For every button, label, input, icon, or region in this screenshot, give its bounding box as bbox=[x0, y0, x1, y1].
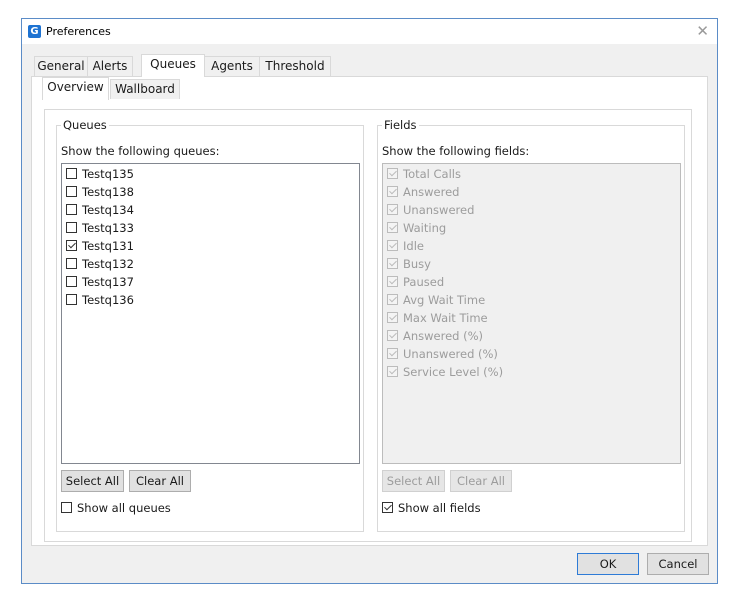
window-title: Preferences bbox=[46, 25, 111, 38]
queues-list: Testq135 Testq138 Testq134 Testq133 Test… bbox=[61, 163, 360, 464]
tab-threshold[interactable]: Threshold bbox=[259, 56, 331, 76]
fields-list: Total Calls Answered Unanswered Waiting … bbox=[382, 163, 681, 464]
show-all-fields-checkbox[interactable]: Show all fields bbox=[382, 500, 542, 516]
checkbox bbox=[387, 348, 398, 359]
fields-clear-all-button: Clear All bbox=[450, 470, 512, 492]
checkbox bbox=[387, 366, 398, 377]
checkbox bbox=[387, 240, 398, 251]
ok-button[interactable]: OK bbox=[577, 553, 639, 575]
fields-group-title: Fields bbox=[382, 118, 419, 132]
tab-queues[interactable]: Queues bbox=[141, 54, 205, 77]
checkbox[interactable] bbox=[66, 168, 77, 179]
checkbox[interactable] bbox=[66, 294, 77, 305]
checkbox[interactable] bbox=[66, 186, 77, 197]
checkbox bbox=[387, 330, 398, 341]
close-icon[interactable]: ✕ bbox=[696, 22, 709, 40]
tab-overview[interactable]: Overview bbox=[42, 77, 109, 100]
tab-alerts[interactable]: Alerts bbox=[87, 56, 133, 76]
app-logo-icon: G bbox=[28, 25, 41, 38]
tab-general[interactable]: General bbox=[34, 56, 88, 76]
title-bar: G Preferences ✕ bbox=[22, 19, 717, 44]
checkbox[interactable] bbox=[66, 222, 77, 233]
checkbox[interactable] bbox=[66, 240, 77, 251]
checkbox bbox=[387, 312, 398, 323]
queues-hint: Show the following queues: bbox=[61, 144, 220, 158]
checkbox bbox=[387, 294, 398, 305]
show-all-queues-checkbox[interactable]: Show all queues bbox=[61, 500, 221, 516]
checkbox bbox=[387, 204, 398, 215]
fields-select-all-button: Select All bbox=[382, 470, 445, 492]
queues-group: Queues Show the following queues: Testq1… bbox=[56, 118, 364, 532]
checkbox bbox=[387, 168, 398, 179]
queues-group-title: Queues bbox=[61, 118, 109, 132]
checkbox bbox=[387, 258, 398, 269]
queues-clear-all-button[interactable]: Clear All bbox=[129, 470, 191, 492]
tab-wallboard[interactable]: Wallboard bbox=[110, 79, 180, 99]
tab-agents[interactable]: Agents bbox=[204, 56, 260, 76]
checkbox[interactable] bbox=[61, 502, 72, 513]
fields-group: Fields Show the following fields: Total … bbox=[377, 118, 685, 532]
checkbox bbox=[387, 186, 398, 197]
checkbox[interactable] bbox=[66, 276, 77, 287]
checkbox[interactable] bbox=[66, 204, 77, 215]
preferences-window: G Preferences ✕ General Alerts Queues Ag… bbox=[21, 18, 718, 584]
checkbox[interactable] bbox=[382, 502, 393, 513]
checkbox bbox=[387, 222, 398, 233]
cancel-button[interactable]: Cancel bbox=[647, 553, 709, 575]
checkbox[interactable] bbox=[66, 258, 77, 269]
fields-hint: Show the following fields: bbox=[382, 144, 530, 158]
queues-select-all-button[interactable]: Select All bbox=[61, 470, 124, 492]
overview-panel: Queues Show the following queues: Testq1… bbox=[44, 109, 692, 542]
queues-tab-panel: Overview Wallboard Queues Show the follo… bbox=[31, 76, 708, 546]
checkbox bbox=[387, 276, 398, 287]
